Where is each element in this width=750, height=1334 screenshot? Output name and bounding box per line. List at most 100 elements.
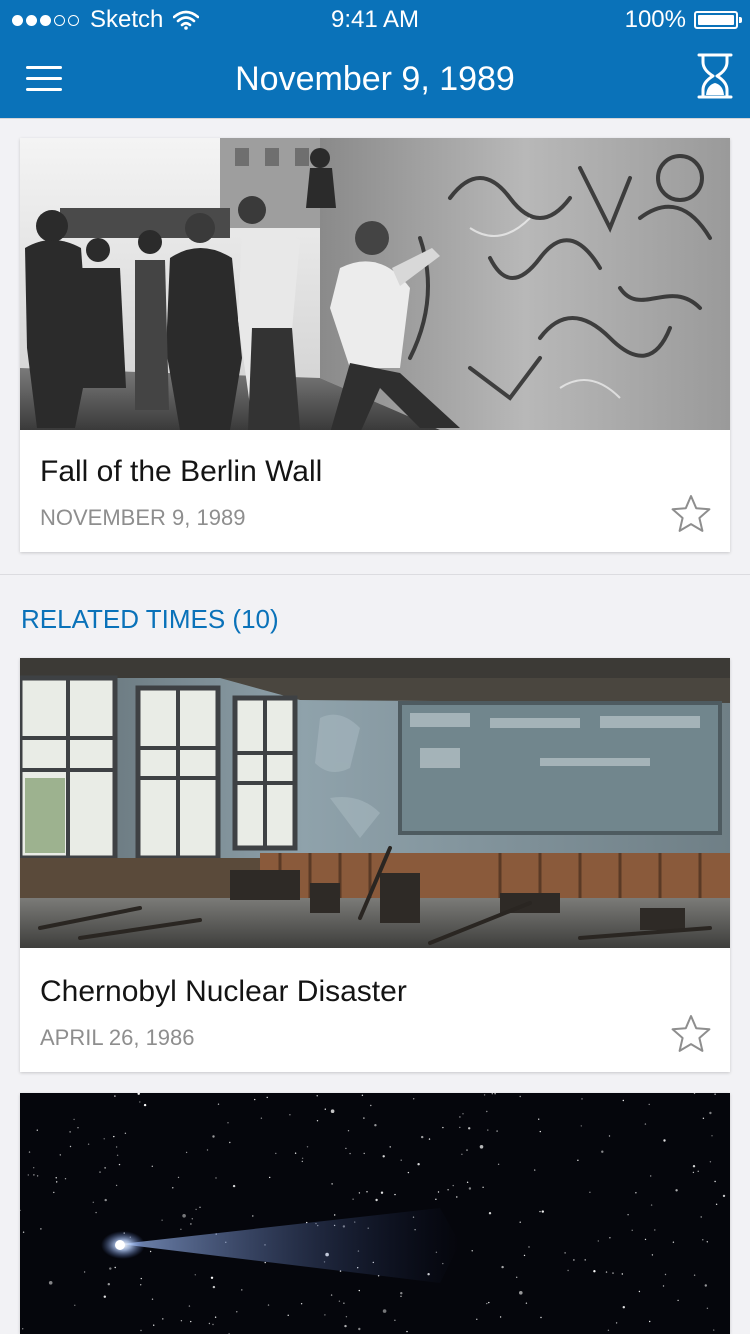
star-dot <box>382 1309 387 1313</box>
star-dot <box>609 1237 611 1239</box>
star-dot <box>254 1098 256 1101</box>
star-dot <box>180 1228 182 1230</box>
related-event-card[interactable] <box>20 1093 730 1334</box>
star-dot <box>180 1320 183 1322</box>
star-dot <box>501 1265 504 1269</box>
star-dot <box>621 1273 623 1275</box>
star-dot <box>607 1329 610 1331</box>
star-dot <box>692 1165 696 1168</box>
star-dot <box>352 1198 354 1200</box>
star-dot <box>140 1329 142 1332</box>
star-dot <box>190 1320 192 1323</box>
star-dot <box>593 1270 596 1273</box>
star-dot <box>74 1304 76 1306</box>
star-dot <box>104 1167 106 1169</box>
star-dot <box>151 1298 154 1300</box>
star-dot <box>482 1186 484 1188</box>
star-dot <box>95 1211 97 1214</box>
star-dot <box>722 1194 726 1198</box>
star-dot <box>172 1187 174 1189</box>
star-dot <box>330 1294 333 1296</box>
star-dot <box>140 1284 142 1286</box>
star-dot <box>107 1283 111 1286</box>
star-dot <box>27 1174 29 1176</box>
star-dot <box>631 1229 633 1231</box>
star-dot <box>483 1094 486 1096</box>
star-dot <box>343 1302 345 1304</box>
star-dot <box>366 1191 368 1193</box>
star-dot <box>53 1191 55 1194</box>
star-outline-icon <box>671 495 711 532</box>
star-dot <box>69 1145 72 1148</box>
star-dot <box>345 1316 348 1318</box>
timeline-button[interactable] <box>696 52 734 100</box>
star-dot <box>214 1316 217 1318</box>
star-dot <box>584 1259 586 1261</box>
star-dot <box>347 1130 350 1132</box>
star-dot <box>266 1096 268 1099</box>
star-dot <box>466 1149 468 1151</box>
star-dot <box>345 1147 347 1150</box>
star-dot <box>635 1192 637 1194</box>
star-dot <box>519 1291 523 1295</box>
star-dot <box>114 1095 116 1097</box>
star-dot <box>713 1329 715 1331</box>
star-dot <box>479 1145 484 1149</box>
star-dot <box>349 1152 351 1155</box>
favorite-button[interactable] <box>670 1013 712 1055</box>
star-dot <box>459 1126 461 1129</box>
star-dot <box>77 1127 79 1129</box>
star-dot <box>190 1223 192 1225</box>
star-dot <box>143 1103 147 1107</box>
menu-button[interactable] <box>22 62 66 96</box>
star-dot <box>109 1267 112 1270</box>
star-dot <box>269 1176 271 1179</box>
event-date: APRIL 26, 1986 <box>40 1025 195 1050</box>
star-dot <box>375 1198 378 1202</box>
hourglass-icon <box>697 53 733 99</box>
star-dot <box>252 1215 254 1217</box>
star-dot <box>324 1314 326 1316</box>
star-dot <box>663 1139 666 1142</box>
hamburger-menu-icon-bar <box>26 77 62 80</box>
star-dot <box>236 1311 238 1313</box>
star-dot <box>649 1320 651 1323</box>
star-dot <box>709 1111 712 1115</box>
star-dot <box>382 1155 385 1158</box>
favorite-button[interactable] <box>670 493 712 535</box>
battery-percentage: 100% <box>624 6 686 33</box>
star-dot <box>442 1126 444 1129</box>
star-dot <box>476 1318 478 1320</box>
star-dot <box>601 1150 604 1153</box>
star-dot <box>287 1314 289 1316</box>
star-dot <box>622 1099 624 1102</box>
star-dot <box>212 1285 216 1289</box>
star-dot <box>116 1154 119 1156</box>
star-dot <box>182 1214 186 1218</box>
star-dot <box>435 1198 437 1200</box>
star-dot <box>486 1110 488 1113</box>
star-dot <box>199 1206 201 1208</box>
related-event-card[interactable]: Chernobyl Nuclear Disaster APRIL 26, 198… <box>20 658 730 1072</box>
featured-event-card[interactable]: Fall of the Berlin Wall NOVEMBER 9, 1989 <box>20 138 730 552</box>
star-dot <box>564 1252 566 1254</box>
star-dot <box>140 1277 142 1280</box>
star-dot <box>344 1324 347 1328</box>
star-dot <box>301 1157 304 1159</box>
star-outline-icon <box>671 1015 711 1052</box>
star-dot <box>654 1229 656 1231</box>
star-dot <box>638 1290 641 1293</box>
star-dot <box>491 1093 493 1095</box>
star-dot <box>488 1212 492 1215</box>
star-dot <box>374 1124 377 1127</box>
star-dot <box>447 1189 449 1191</box>
star-dot <box>394 1193 396 1196</box>
star-dot <box>370 1104 372 1107</box>
star-dot <box>714 1093 716 1095</box>
star-dot <box>407 1171 410 1174</box>
star-dot <box>114 1266 116 1269</box>
star-dot <box>540 1316 542 1319</box>
star-dot <box>644 1123 647 1125</box>
comet-night-sky-photo <box>20 1093 730 1334</box>
star-dot <box>499 1316 502 1318</box>
